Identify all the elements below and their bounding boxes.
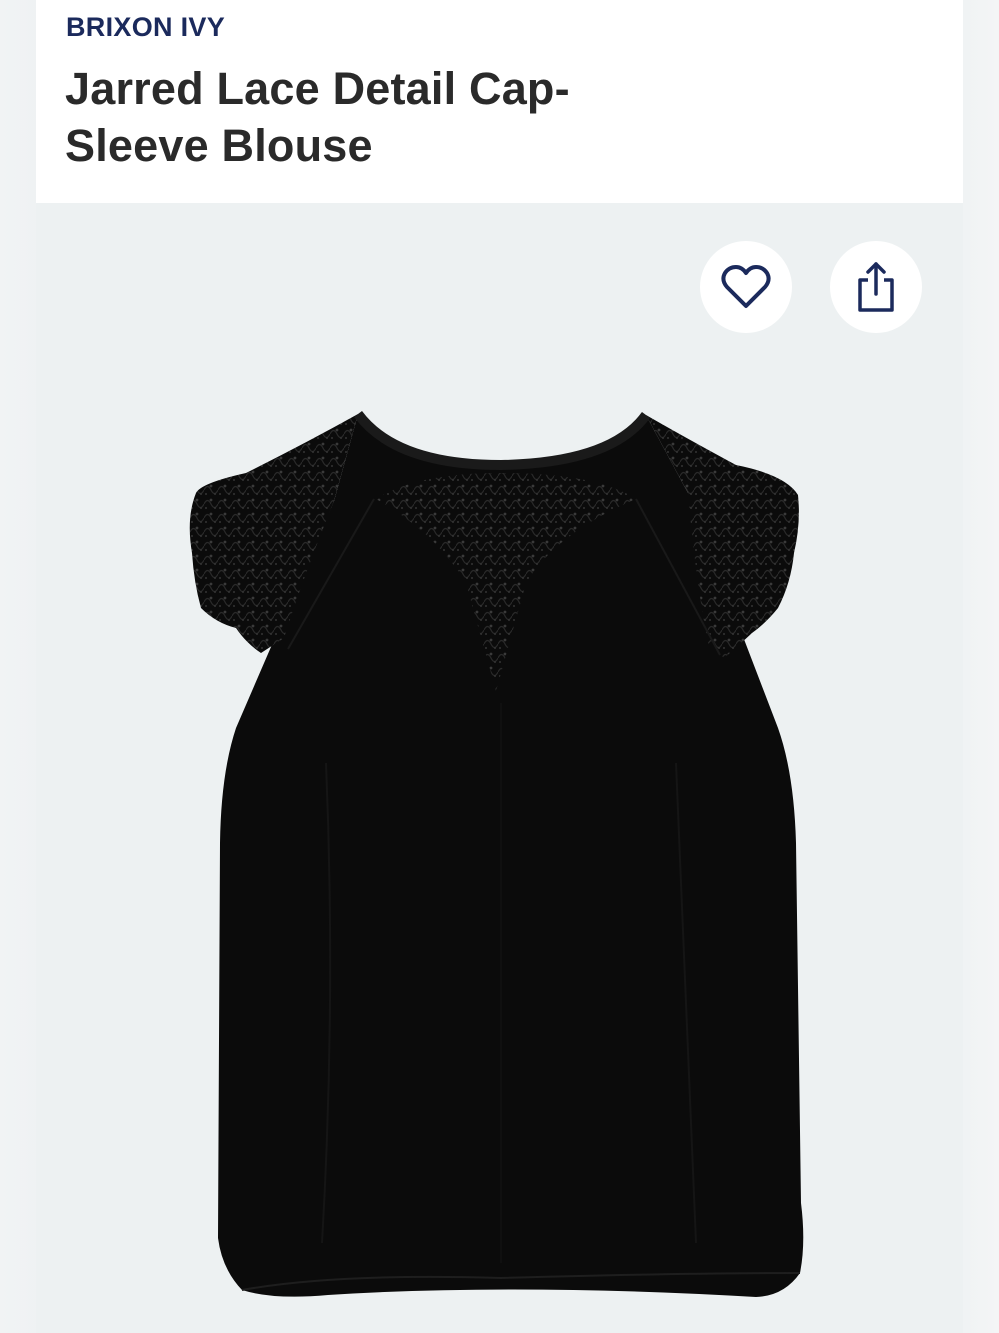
product-image [189, 410, 804, 1297]
product-page: BRIXON IVY Jarred Lace Detail Cap-Sleeve… [0, 0, 999, 1333]
product-image-area[interactable] [36, 203, 963, 1333]
product-header: BRIXON IVY Jarred Lace Detail Cap-Sleeve… [36, 0, 963, 203]
product-title: Jarred Lace Detail Cap-Sleeve Blouse [65, 63, 570, 171]
favorite-button[interactable] [700, 241, 792, 333]
brand-name[interactable]: BRIXON IVY [66, 12, 225, 43]
share-button[interactable] [830, 241, 922, 333]
share-upload-icon [858, 262, 894, 312]
heart-outline-icon [721, 265, 771, 308]
